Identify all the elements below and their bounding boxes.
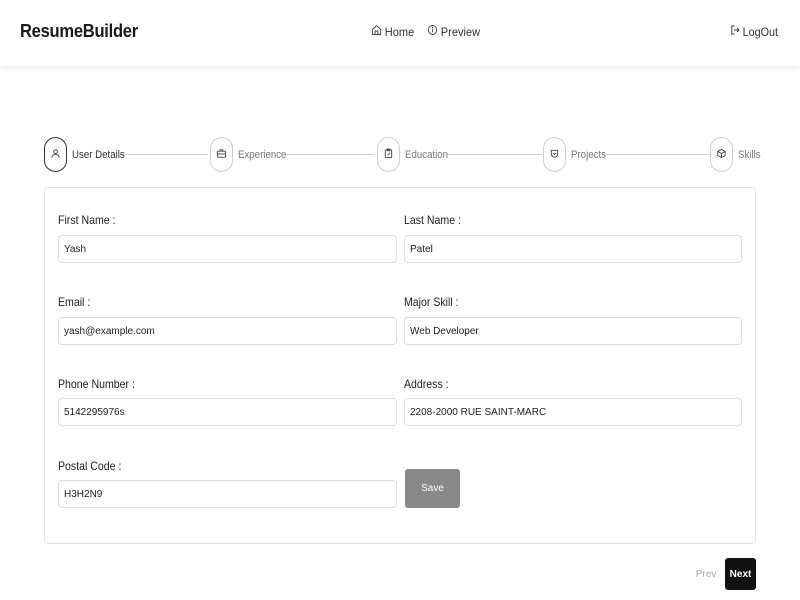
phone-number-label: Phone Number : [58, 377, 135, 391]
step-circle [710, 137, 733, 172]
info-icon [427, 24, 438, 39]
badge-icon [549, 146, 560, 164]
logout-icon [730, 24, 741, 39]
step-experience[interactable]: Experience [210, 137, 293, 172]
major-skill-label: Major Skill : [404, 295, 459, 309]
step-label: Education [405, 148, 449, 161]
briefcase-icon [216, 146, 227, 164]
save-button[interactable]: Save [405, 469, 460, 508]
home-icon [371, 24, 382, 39]
next-button[interactable]: Next [725, 558, 756, 590]
top-navbar: ResumeBuilder Home Preview LogOut [0, 0, 800, 66]
postal-code-field[interactable] [58, 480, 397, 508]
step-user-details[interactable]: User Details [44, 137, 132, 172]
step-skills[interactable]: Skills [710, 137, 764, 172]
nav-preview-link[interactable]: Preview [427, 24, 480, 39]
step-connector [120, 154, 208, 155]
address-label: Address : [404, 377, 449, 391]
brand-logo[interactable]: ResumeBuilder [20, 21, 138, 42]
first-name-label: First Name : [58, 213, 116, 227]
step-label: User Details [72, 148, 125, 161]
step-projects[interactable]: Projects [543, 137, 611, 172]
nav-links: Home Preview [371, 24, 485, 39]
cube-icon [716, 146, 727, 164]
user-icon [50, 146, 61, 164]
step-label: Projects [571, 148, 606, 161]
step-label: Experience [238, 148, 287, 161]
step-circle [543, 137, 566, 172]
step-circle [44, 137, 67, 172]
step-connector [284, 154, 374, 155]
step-label: Skills [738, 148, 761, 161]
nav-home-link[interactable]: Home [371, 24, 414, 39]
step-circle [210, 137, 233, 172]
phone-number-field[interactable] [58, 398, 397, 426]
nav-home-label: Home [384, 24, 415, 39]
progress-stepper: User Details Experience Education Projec… [44, 137, 761, 173]
step-connector [606, 154, 709, 155]
postal-code-label: Postal Code : [58, 459, 122, 473]
user-details-form: First Name : Last Name : Email : Major S… [44, 187, 756, 544]
address-field[interactable] [404, 398, 742, 426]
step-education[interactable]: Education [377, 137, 454, 172]
first-name-field[interactable] [58, 235, 397, 263]
clipboard-edit-icon [383, 146, 394, 164]
step-circle [377, 137, 400, 172]
major-skill-field[interactable] [404, 317, 742, 345]
email-field[interactable] [58, 317, 397, 345]
last-name-label: Last Name : [404, 213, 461, 227]
logout-button[interactable]: LogOut [730, 24, 778, 39]
email-label: Email : [58, 295, 91, 309]
last-name-field[interactable] [404, 235, 742, 263]
nav-preview-label: Preview [440, 24, 481, 39]
logout-label: LogOut [742, 24, 779, 39]
step-connector [446, 154, 542, 155]
prev-button[interactable]: Prev [691, 559, 721, 590]
